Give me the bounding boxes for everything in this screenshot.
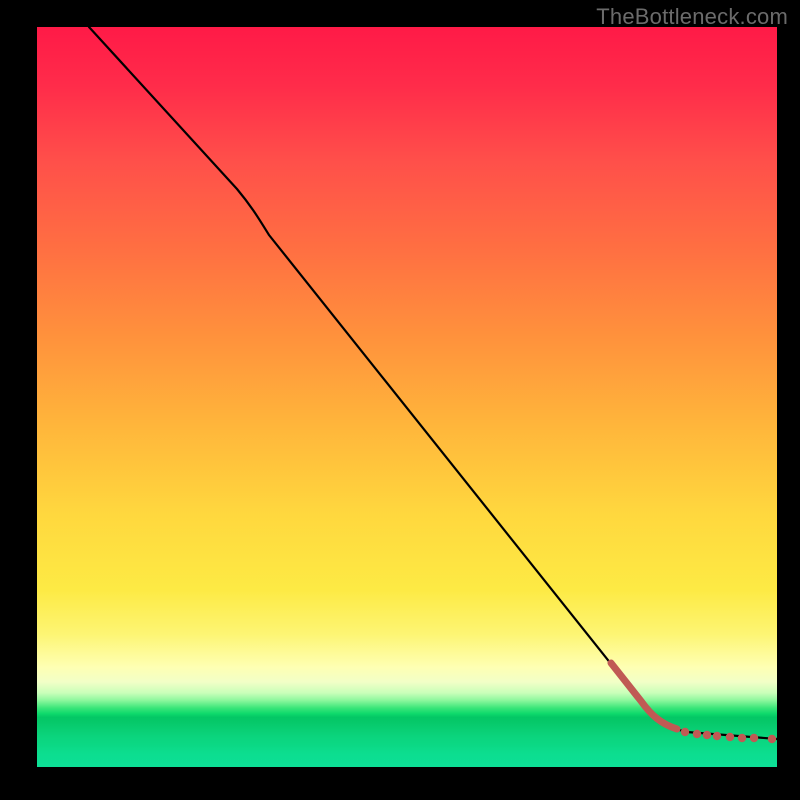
- chart-frame: TheBottleneck.com: [0, 0, 800, 800]
- marker-dot: [681, 728, 689, 736]
- marker-dot: [713, 732, 721, 740]
- bottleneck-curve: [89, 27, 777, 739]
- highlight-segment: [611, 663, 677, 729]
- marker-dot: [726, 733, 734, 741]
- marker-dot: [693, 730, 701, 738]
- marker-dot: [738, 734, 746, 742]
- marker-dot: [750, 734, 758, 742]
- chart-overlay: [37, 27, 777, 767]
- marker-dot: [768, 735, 776, 743]
- marker-dot: [703, 731, 711, 739]
